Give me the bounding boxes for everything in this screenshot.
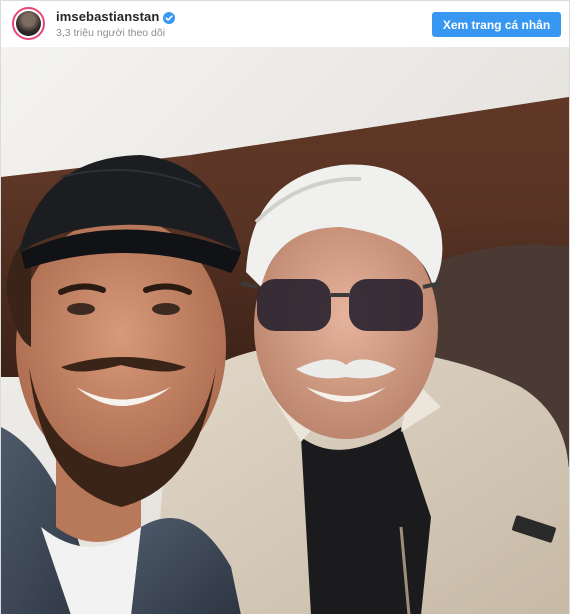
avatar-image [16,11,41,36]
follower-count: 3,3 triệu người theo dõi [56,27,166,39]
post-header: imsebastianstan 3,3 triệu người theo dõi… [1,1,569,47]
instagram-embed-card: imsebastianstan 3,3 triệu người theo dõi… [0,0,570,614]
username[interactable]: imsebastianstan [56,9,159,24]
verified-badge-icon [163,11,176,24]
post-photo[interactable] [1,47,569,614]
username-row: imsebastianstan [56,9,176,24]
avatar[interactable] [12,7,45,40]
view-profile-button[interactable]: Xem trang cá nhân [432,12,561,37]
